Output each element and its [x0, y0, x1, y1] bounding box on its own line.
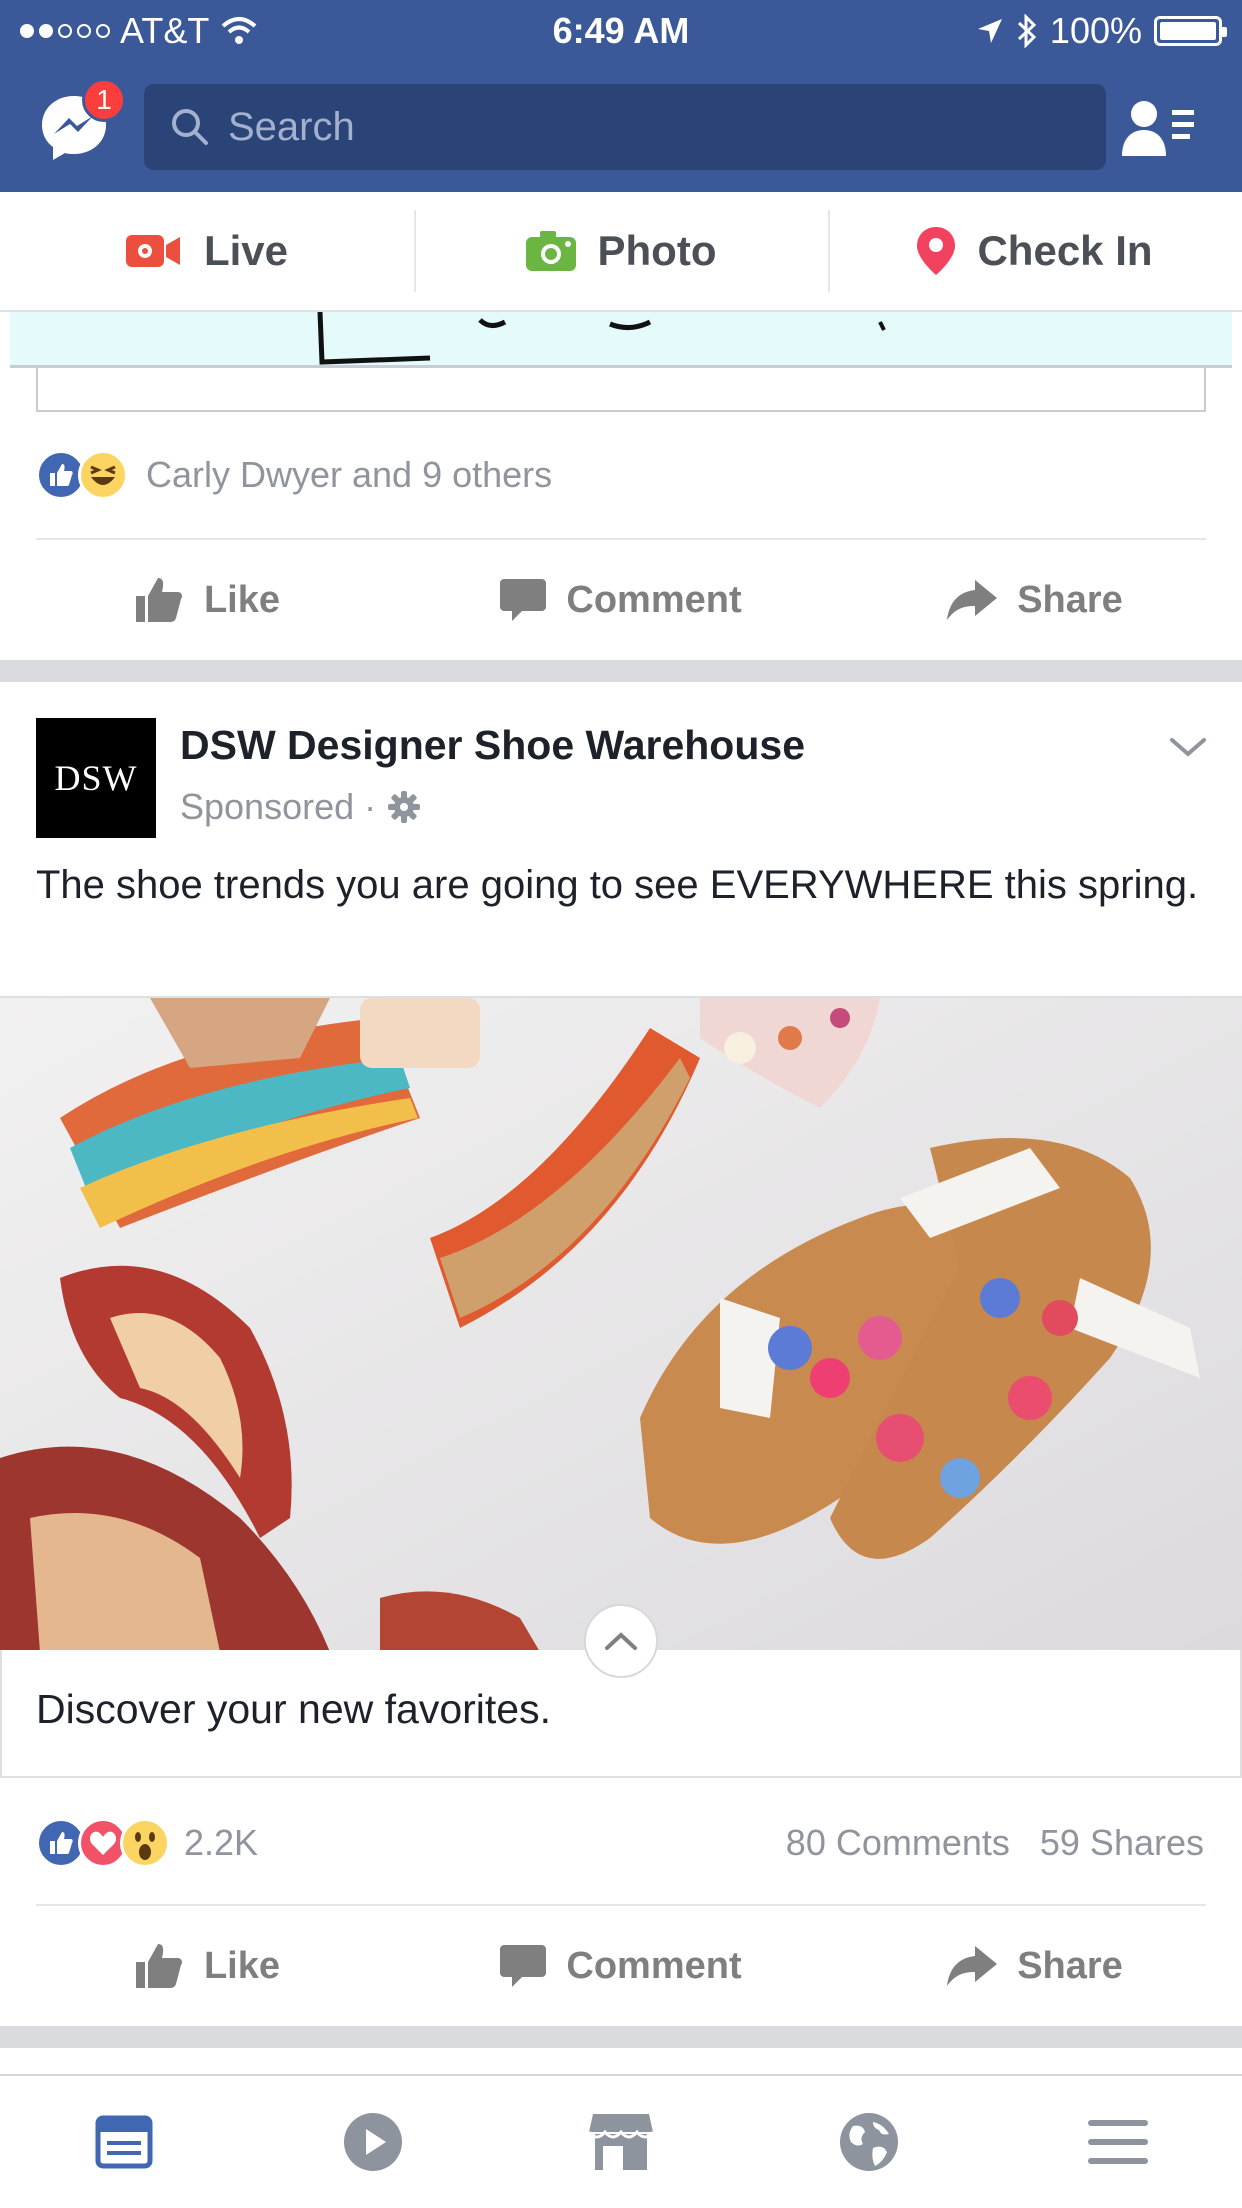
shares-count[interactable]: 59 Shares [1040, 1822, 1204, 1864]
live-label: Live [203, 227, 289, 274]
previous-post-image[interactable] [10, 312, 1232, 368]
feed-separator [0, 660, 1242, 682]
tab-marketplace[interactable] [497, 2076, 745, 2208]
share-button[interactable]: Share [828, 1906, 1242, 2026]
check-in-button[interactable]: Check In [828, 192, 1242, 310]
tab-news-feed[interactable] [0, 2076, 248, 2208]
search-icon [172, 109, 208, 145]
search-input[interactable] [228, 104, 1028, 150]
previous-post-actions: Like Comment Share [0, 540, 1242, 660]
live-button[interactable]: Live [0, 192, 414, 310]
previous-post-reactions[interactable]: Carly Dwyer and 9 others [36, 450, 552, 500]
post-text: The shoe trends you are going to see EVE… [36, 863, 1199, 907]
comment-icon [500, 579, 547, 621]
gear-icon[interactable] [388, 791, 421, 823]
share-button[interactable]: Share [828, 540, 1242, 660]
photo-label: Photo [597, 227, 717, 274]
feed-separator [0, 2026, 1242, 2048]
ad-image-shoes[interactable] [0, 996, 1242, 1650]
marketplace-icon [589, 2114, 654, 2170]
comment-label: Comment [566, 1944, 742, 1987]
search-bar[interactable] [144, 84, 1106, 170]
comments-count[interactable]: 80 Comments [786, 1822, 1010, 1864]
location-pin-icon [917, 227, 956, 275]
navigation-bar: AT&T 6:49 AM 100% 1 [0, 0, 1242, 192]
chevron-up-icon [605, 1632, 637, 1650]
composer-bar: Live Photo Check In [0, 192, 1242, 312]
comment-icon [500, 1945, 547, 1987]
like-button[interactable]: Like [0, 1906, 414, 2026]
thumbs-up-icon [135, 578, 182, 622]
battery-icon [1154, 16, 1227, 46]
menu-icon [1087, 2120, 1148, 2164]
tab-menu[interactable] [994, 2076, 1242, 2208]
battery-percent: 100% [1049, 10, 1142, 51]
share-label: Share [1017, 578, 1123, 621]
bottom-tab-bar [0, 2074, 1242, 2208]
photo-button[interactable]: Photo [414, 192, 828, 310]
wow-reaction-icon [120, 1818, 170, 1868]
notifications-globe-icon [840, 2113, 899, 2171]
location-arrow-icon [977, 19, 1002, 43]
messenger-badge: 1 [82, 78, 126, 122]
comment-label: Comment [566, 578, 742, 621]
page-name[interactable]: DSW Designer Shoe Warehouse [180, 722, 805, 769]
status-bar: AT&T 6:49 AM 100% [0, 0, 1242, 64]
like-button[interactable]: Like [0, 540, 414, 660]
sponsored-label: Sponsored · [180, 786, 377, 827]
comment-button[interactable]: Comment [414, 540, 828, 660]
live-video-icon [125, 235, 180, 267]
chevron-down-icon[interactable] [1168, 732, 1208, 762]
like-label: Like [203, 578, 281, 621]
haha-reaction-icon [78, 450, 128, 500]
tab-notifications[interactable] [745, 2076, 993, 2208]
video-icon [343, 2113, 402, 2171]
tab-video[interactable] [248, 2076, 496, 2208]
reaction-count: 2.2K [184, 1822, 259, 1863]
camera-icon [525, 231, 576, 271]
friend-requests-icon[interactable] [1120, 96, 1196, 160]
share-arrow-icon [947, 1946, 998, 1986]
sponsored-line: Sponsored · [180, 786, 421, 828]
link-caption[interactable]: Discover your new favorites. [36, 1686, 551, 1733]
engagement-stats: 80 Comments 59 Shares [786, 1822, 1204, 1864]
like-label: Like [203, 1944, 281, 1987]
status-right: 100% [976, 10, 1227, 52]
comment-button[interactable]: Comment [414, 1906, 828, 2026]
post-reactions[interactable]: 2.2K [36, 1818, 258, 1868]
dsw-logo[interactable]: DSW [36, 718, 156, 838]
check-in-label: Check In [977, 227, 1153, 274]
share-arrow-icon [947, 580, 998, 620]
previous-post-link-box[interactable] [36, 368, 1206, 412]
bluetooth-icon [1017, 14, 1037, 48]
news-feed-icon [95, 2115, 153, 2169]
previous-post-reactions-text: Carly Dwyer and 9 others [146, 454, 553, 495]
share-label: Share [1017, 1944, 1123, 1987]
post-actions: Like Comment Share [0, 1906, 1242, 2026]
thumbs-up-icon [135, 1944, 182, 1988]
